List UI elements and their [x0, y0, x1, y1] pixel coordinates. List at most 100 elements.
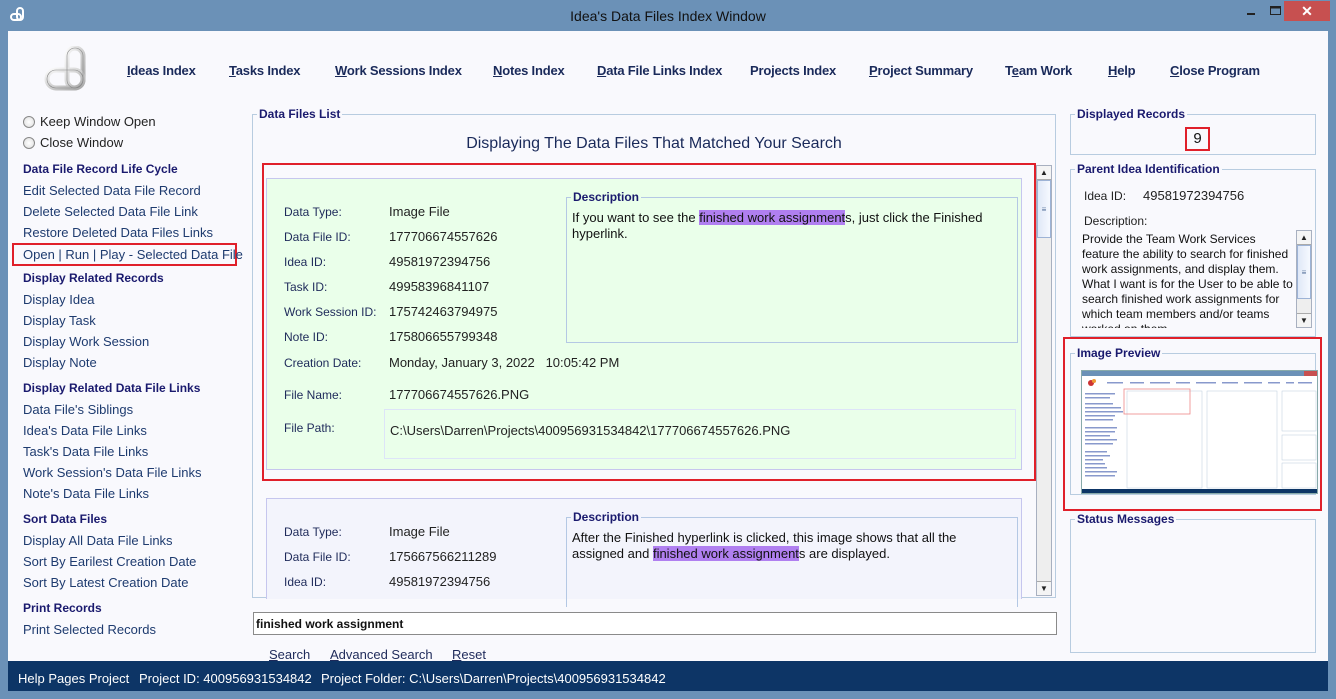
status-messages-panel: Status Messages — [1070, 512, 1316, 653]
data-type-value: Image File — [389, 524, 450, 539]
advanced-search-button[interactable]: Advanced Search — [330, 647, 433, 662]
parent-idea-panel: Parent Idea Identification Idea ID: 4958… — [1070, 162, 1316, 337]
search-input[interactable] — [253, 612, 1057, 635]
print-selected-records-link[interactable]: Print Selected Records — [23, 619, 243, 640]
file-path-value: C:\Users\Darren\Projects\400956931534842… — [390, 423, 791, 438]
minimize-button[interactable] — [1236, 1, 1266, 21]
parent-description-text: Provide the Team Work Services feature t… — [1082, 232, 1293, 328]
sort-latest-link[interactable]: Sort By Latest Creation Date — [23, 572, 243, 593]
display-all-links-link[interactable]: Display All Data File Links — [23, 530, 243, 551]
note-data-file-links-link[interactable]: Note's Data File Links — [23, 483, 243, 504]
search-button[interactable]: Search — [269, 647, 310, 662]
menu-work-sessions-index[interactable]: Work Sessions Index — [335, 63, 462, 78]
data-files-list-legend: Data Files List — [257, 107, 343, 121]
section-heading: Data File Record Life Cycle — [23, 162, 178, 176]
file-name-value: 177706674557626.PNG — [389, 387, 530, 402]
idea-data-file-links-link[interactable]: Idea's Data File Links — [23, 420, 243, 441]
parent-idea-id-value: 49581972394756 — [1143, 188, 1245, 203]
data-file-id-value: 177706674557626 — [389, 229, 498, 244]
menu-projects-index[interactable]: Projects Index — [750, 63, 836, 78]
scroll-up-icon[interactable]: ▲ — [1037, 166, 1051, 180]
list-title: Displaying The Data Files That Matched Y… — [466, 135, 842, 152]
close-icon: ✕ — [1301, 2, 1313, 19]
parent-description-label: Description: — [1084, 214, 1148, 228]
work-session-id-label: Work Session ID: — [284, 305, 377, 319]
maximize-icon — [1269, 6, 1281, 15]
data-type-label: Data Type: — [284, 205, 342, 219]
edit-selected-record-link[interactable]: Edit Selected Data File Record — [23, 180, 243, 201]
task-data-file-links-link[interactable]: Task's Data File Links — [23, 441, 243, 462]
display-work-session-link[interactable]: Display Work Session — [23, 331, 243, 352]
description-text: If you want to see the finished work ass… — [572, 210, 983, 241]
work-session-data-file-links-link[interactable]: Work Session's Data File Links — [23, 462, 243, 483]
file-path-label: File Path: — [284, 421, 335, 435]
siblings-link[interactable]: Data File's Siblings — [23, 399, 243, 420]
screenshot-thumbnail-icon — [1082, 371, 1317, 493]
display-idea-link[interactable]: Display Idea — [23, 289, 243, 310]
title-bar: Idea's Data Files Index Window ✕ — [0, 0, 1336, 31]
displayed-records-legend: Displayed Records — [1075, 107, 1188, 121]
app-logo-icon — [44, 46, 86, 91]
image-preview-thumbnail[interactable] — [1081, 370, 1318, 494]
menu-notes-index[interactable]: Notes Index — [493, 63, 565, 78]
creation-date-label: Creation Date: — [284, 356, 362, 370]
data-file-record[interactable]: Data Type: Image File Data File ID: 1756… — [266, 498, 1022, 607]
close-window-button[interactable]: ✕ — [1284, 1, 1330, 21]
data-type-label: Data Type: — [284, 525, 342, 539]
note-id-label: Note ID: — [284, 330, 329, 344]
menu-close-program[interactable]: Close Program — [1170, 63, 1260, 78]
data-type-value: Image File — [389, 204, 450, 219]
scroll-thumb[interactable]: ≡ — [1037, 180, 1051, 238]
note-id-value: 175806655799348 — [389, 329, 498, 344]
sort-earliest-link[interactable]: Sort By Earilest Creation Date — [23, 551, 243, 572]
display-note-link[interactable]: Display Note — [23, 352, 243, 373]
records-scrollbar[interactable]: ▲ ≡ ▼ — [1036, 165, 1052, 596]
project-folder: Project Folder: C:\Users\Darren\Projects… — [321, 671, 666, 686]
delete-selected-link[interactable]: Delete Selected Data File Link — [23, 201, 243, 222]
maximize-button[interactable] — [1265, 1, 1285, 21]
scroll-down-icon[interactable]: ▼ — [1037, 581, 1051, 595]
restore-deleted-links-link[interactable]: Restore Deleted Data Files Links — [23, 222, 243, 243]
idea-id-label: Idea ID: — [284, 255, 327, 269]
section-heading: Sort Data Files — [23, 512, 108, 526]
search-highlight: finished work assignment — [699, 210, 846, 225]
minimize-icon — [1247, 13, 1255, 15]
section-heading: Display Related Records — [23, 271, 164, 285]
reset-button[interactable]: Reset — [452, 647, 486, 662]
menu-ideas-index[interactable]: Ideas Index — [127, 63, 196, 78]
idea-id-label: Idea ID: — [284, 575, 327, 589]
description-box: Description After the Finished hyperlink… — [566, 510, 1018, 607]
scroll-thumb[interactable]: ≡ — [1297, 245, 1311, 299]
project-id: Project ID: 400956931534842 — [139, 671, 312, 686]
displayed-records-panel: Displayed Records 9 — [1070, 107, 1316, 155]
idea-id-value: 49581972394756 — [389, 574, 491, 589]
data-files-list: Data Files List Displaying The Data File… — [252, 107, 1056, 607]
left-action-panel: Keep Window Open Close Window Data File … — [12, 111, 243, 640]
description-box: Description If you want to see the finis… — [566, 190, 1018, 343]
task-id-label: Task ID: — [284, 280, 328, 294]
image-preview-legend: Image Preview — [1075, 346, 1163, 360]
scroll-up-icon[interactable]: ▲ — [1297, 231, 1311, 245]
data-file-record[interactable]: Data Type: Image File Data File ID: 1777… — [266, 178, 1022, 470]
open-run-play-link[interactable]: Open | Run | Play - Selected Data File — [12, 243, 243, 266]
parent-description-scrollbar[interactable]: ▲ ≡ ▼ — [1296, 230, 1312, 328]
close-window-radio[interactable]: Close Window — [23, 132, 243, 153]
search-highlight: finished work assignment — [652, 546, 799, 561]
menu-project-summary[interactable]: Project Summary — [869, 63, 973, 78]
description-text: After the Finished hyperlink is clicked,… — [572, 530, 957, 561]
file-name-label: File Name: — [284, 388, 343, 402]
keep-window-open-radio[interactable]: Keep Window Open — [23, 111, 243, 132]
menu-data-file-links-index[interactable]: Data File Links Index — [597, 63, 722, 78]
radio-circle-icon — [23, 136, 35, 149]
work-session-id-value: 175742463794975 — [389, 304, 498, 319]
client-area: Ideas Index Tasks Index Work Sessions In… — [8, 31, 1328, 662]
status-bar: Help Pages Project Project ID: 400956931… — [8, 661, 1328, 691]
menu-help[interactable]: Help — [1108, 63, 1136, 78]
image-preview-panel[interactable]: Image Preview — [1070, 346, 1318, 495]
display-task-link[interactable]: Display Task — [23, 310, 243, 331]
menu-team-work[interactable]: Team Work — [1005, 63, 1072, 78]
scroll-down-icon[interactable]: ▼ — [1297, 313, 1311, 327]
window-title: Idea's Data Files Index Window — [570, 8, 766, 24]
task-id-value: 49958396841107 — [389, 279, 490, 294]
menu-tasks-index[interactable]: Tasks Index — [229, 63, 300, 78]
